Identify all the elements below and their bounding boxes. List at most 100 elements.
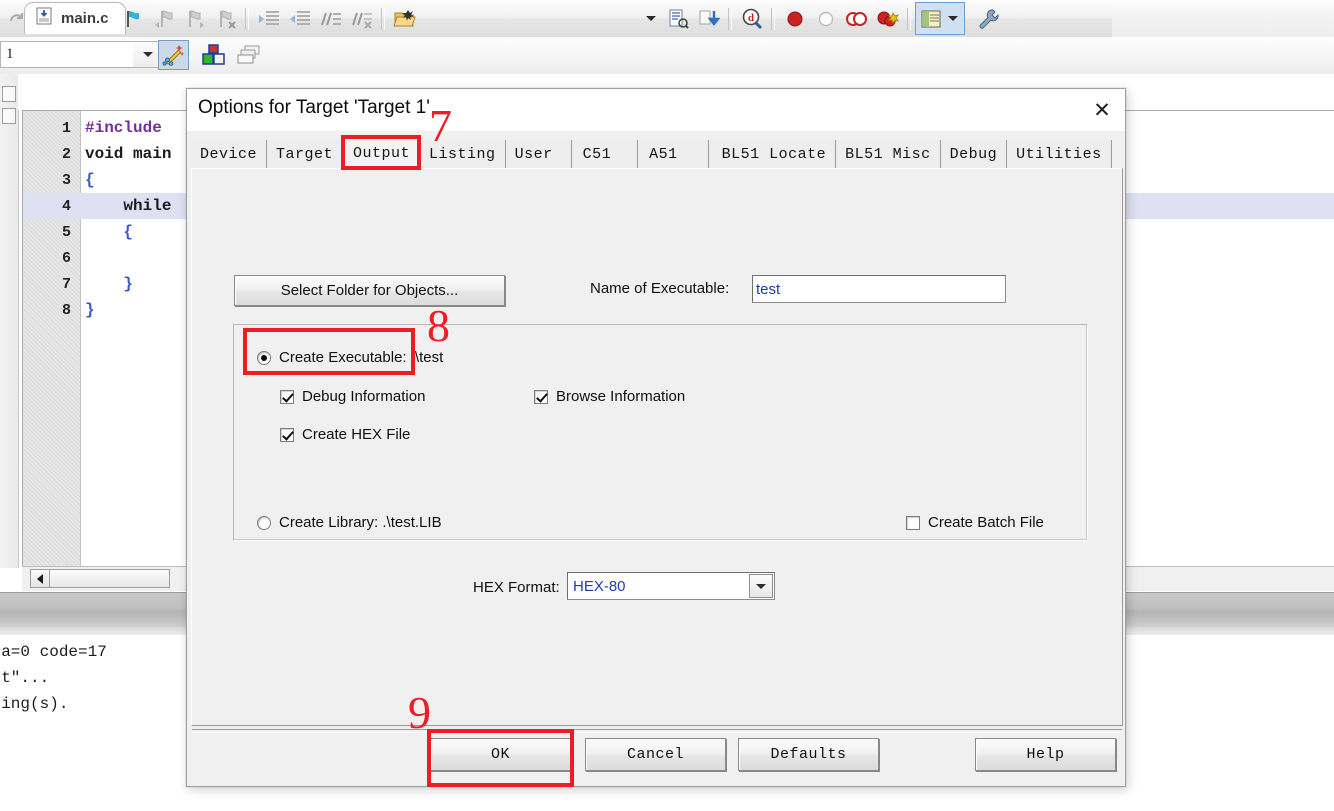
- output-options-group: Create Executable: .\test Debug Informat…: [233, 324, 1088, 600]
- toolbar-separator: [245, 7, 249, 30]
- open-folder-icon[interactable]: [389, 3, 420, 34]
- editor-tab-label: main.c: [61, 10, 109, 27]
- tab-device[interactable]: Device: [191, 140, 268, 169]
- browse-information-checkbox[interactable]: [534, 389, 548, 404]
- browse-information-label: Browse Information: [556, 388, 686, 405]
- create-hex-file-label: Create HEX File: [302, 426, 411, 443]
- name-of-executable-input[interactable]: [753, 280, 1005, 298]
- options-for-target-button[interactable]: [158, 40, 189, 70]
- configuration-wrench-icon[interactable]: [973, 3, 1004, 34]
- toolbar-separator: [381, 7, 385, 30]
- debug-search-icon[interactable]: d: [736, 3, 767, 34]
- bookmark-down-icon[interactable]: [693, 3, 724, 34]
- tab-bl51-locate[interactable]: BL51 Locate: [708, 140, 837, 169]
- toolbar-separator: [728, 7, 732, 30]
- editor-tab-main-c[interactable]: main.c: [24, 2, 126, 34]
- indent-left-icon[interactable]: [284, 3, 315, 34]
- create-executable-radio-row[interactable]: Create Executable: .\test: [257, 349, 443, 366]
- find-in-files-icon[interactable]: [662, 3, 693, 34]
- line-number: 8: [61, 301, 71, 319]
- debug-information-label: Debug Information: [302, 388, 426, 405]
- select-folder-for-objects-button[interactable]: Select Folder for Objects...: [234, 275, 505, 306]
- project-window-icon[interactable]: [918, 3, 944, 34]
- create-executable-radio[interactable]: [257, 350, 271, 365]
- ok-button[interactable]: OK: [430, 738, 571, 771]
- name-of-executable-label: Name of Executable:: [590, 280, 730, 297]
- options-for-target-dialog: Options for Target 'Target 1' ✕ Device T…: [186, 88, 1126, 787]
- bookmark-next-icon[interactable]: [179, 3, 210, 34]
- debug-information-checkbox[interactable]: [280, 389, 294, 404]
- tab-c51[interactable]: C51: [571, 140, 639, 169]
- bookmark-prev-icon[interactable]: [148, 3, 179, 34]
- chevron-down-icon[interactable]: [749, 574, 773, 598]
- line-text: while: [85, 197, 172, 215]
- name-of-executable-field[interactable]: [752, 275, 1006, 303]
- create-batch-file-checkbox[interactable]: [906, 515, 920, 530]
- close-icon[interactable]: ✕: [1079, 89, 1125, 131]
- build-output-line: rning(s).: [0, 695, 69, 713]
- tab-output[interactable]: Output: [343, 137, 421, 169]
- c-file-icon: [35, 7, 53, 30]
- debug-information-row[interactable]: Debug Information: [280, 388, 425, 405]
- browse-information-row[interactable]: Browse Information: [534, 388, 685, 405]
- defaults-button[interactable]: Defaults: [738, 738, 879, 771]
- tab-user[interactable]: User: [505, 140, 572, 169]
- project-window-strip: [0, 74, 19, 568]
- project-window-dropdown-icon[interactable]: [944, 3, 962, 34]
- hex-format-value: HEX-80: [573, 577, 626, 595]
- build-target-icon[interactable]: [198, 41, 229, 69]
- line-number: 1: [61, 119, 71, 137]
- line-text: }: [85, 275, 134, 293]
- tab-utilities[interactable]: Utilities: [1007, 140, 1112, 169]
- project-window-toggle[interactable]: [915, 2, 965, 35]
- create-batch-file-row[interactable]: Create Batch File: [906, 514, 1044, 531]
- dialog-tab-body: Select Folder for Objects... Name of Exe…: [191, 168, 1123, 726]
- create-hex-file-row[interactable]: Create HEX File: [280, 426, 410, 443]
- uncomment-icon[interactable]: [346, 3, 377, 34]
- toolbar-separator: [907, 7, 911, 30]
- tab-target[interactable]: Target: [267, 140, 344, 169]
- build-button-group: [198, 41, 264, 69]
- line-number: 2: [61, 145, 71, 163]
- indent-right-icon[interactable]: [253, 3, 284, 34]
- line-number: 6: [61, 249, 71, 267]
- dialog-tab-strip: Device Target Output Listing User C51 A5…: [191, 137, 1123, 169]
- target-selector-value: 1: [6, 46, 14, 62]
- line-text: {: [85, 223, 134, 241]
- bookmark-clear-icon[interactable]: [210, 3, 241, 34]
- line-number: 4: [61, 197, 71, 215]
- tab-debug[interactable]: Debug: [940, 140, 1008, 169]
- line-number: 7: [61, 275, 71, 293]
- line-text: {: [85, 171, 95, 189]
- build-output-line: est"...: [0, 669, 50, 687]
- create-executable-label: Create Executable: .\test: [279, 349, 444, 366]
- create-batch-file-label: Create Batch File: [928, 514, 1044, 531]
- batch-build-icon[interactable]: [233, 41, 264, 69]
- line-text: }: [85, 301, 95, 319]
- line-text: #include: [85, 119, 162, 137]
- cancel-button[interactable]: Cancel: [585, 738, 726, 771]
- breakpoints-disable-all-icon[interactable]: [841, 3, 872, 34]
- scrollbar-thumb[interactable]: [50, 569, 170, 588]
- scroll-left-arrow-icon[interactable]: [30, 569, 50, 588]
- magic-wand-icon: [161, 45, 184, 66]
- dialog-title: Options for Target 'Target 1': [198, 97, 430, 118]
- help-button[interactable]: Help: [975, 738, 1116, 771]
- toolbar-separator: [771, 7, 775, 30]
- svg-text:d: d: [747, 12, 753, 24]
- breakpoint-disable-icon[interactable]: [810, 3, 841, 34]
- create-hex-file-checkbox[interactable]: [280, 427, 294, 442]
- create-library-radio[interactable]: [257, 515, 271, 530]
- create-library-label: Create Library: .\test.LIB: [279, 514, 442, 531]
- dialog-title-bar: Options for Target 'Target 1' ✕: [187, 89, 1125, 131]
- breakpoints-kill-all-icon[interactable]: [872, 3, 903, 34]
- build-output-line: ata=0 code=17: [0, 643, 107, 661]
- comment-icon[interactable]: [315, 3, 346, 34]
- chevron-down-icon[interactable]: [640, 3, 662, 34]
- breakpoint-icon[interactable]: [779, 3, 810, 34]
- tab-bl51-misc[interactable]: BL51 Misc: [836, 140, 941, 169]
- tab-listing[interactable]: Listing: [420, 140, 506, 169]
- create-library-radio-row[interactable]: Create Library: .\test.LIB: [257, 514, 442, 531]
- tab-a51[interactable]: A51: [638, 140, 709, 169]
- hex-format-select[interactable]: HEX-80: [567, 572, 775, 600]
